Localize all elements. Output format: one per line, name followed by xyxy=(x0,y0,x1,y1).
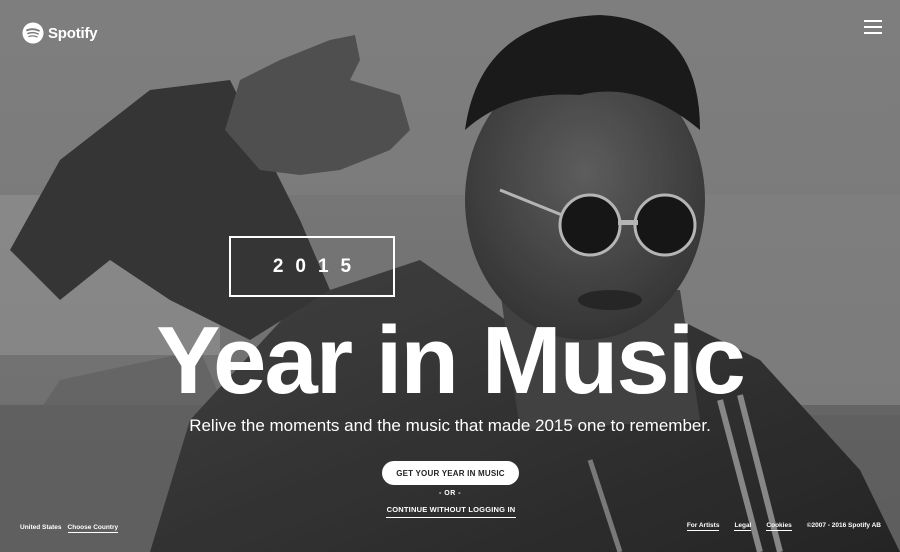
hamburger-menu-icon[interactable] xyxy=(864,20,882,34)
page: Spotify 2015 Year in Music Relive the mo… xyxy=(0,0,900,552)
footer-links: For Artists Legal Cookies ©2007 - 2016 S… xyxy=(686,522,881,531)
or-separator: - OR - xyxy=(438,490,462,497)
brand-name: Spotify xyxy=(48,24,98,42)
hero-subtitle: Relive the moments and the music that ma… xyxy=(189,416,711,435)
for-artists-link[interactable]: For Artists xyxy=(686,522,720,531)
choose-country-link[interactable]: Choose Country xyxy=(67,524,119,533)
footer-country: United States Choose Country xyxy=(20,524,119,533)
hero-title: Year in Music xyxy=(156,307,746,414)
spotify-logo-icon xyxy=(22,22,44,44)
current-country: United States xyxy=(20,524,62,531)
year-text: 2015 xyxy=(272,255,364,277)
legal-link[interactable]: Legal xyxy=(734,522,752,531)
year-badge: 2015 xyxy=(229,236,395,297)
cookies-link[interactable]: Cookies xyxy=(766,522,792,531)
menu-line xyxy=(864,20,882,22)
copyright: ©2007 - 2016 Spotify AB xyxy=(806,522,881,529)
spotify-logo[interactable]: Spotify xyxy=(22,22,98,44)
menu-line xyxy=(864,32,882,34)
continue-without-login-link[interactable]: CONTINUE WITHOUT LOGGING IN xyxy=(386,505,516,518)
get-year-in-music-button[interactable]: GET YOUR YEAR IN MUSIC xyxy=(382,461,519,485)
menu-line xyxy=(864,26,882,28)
